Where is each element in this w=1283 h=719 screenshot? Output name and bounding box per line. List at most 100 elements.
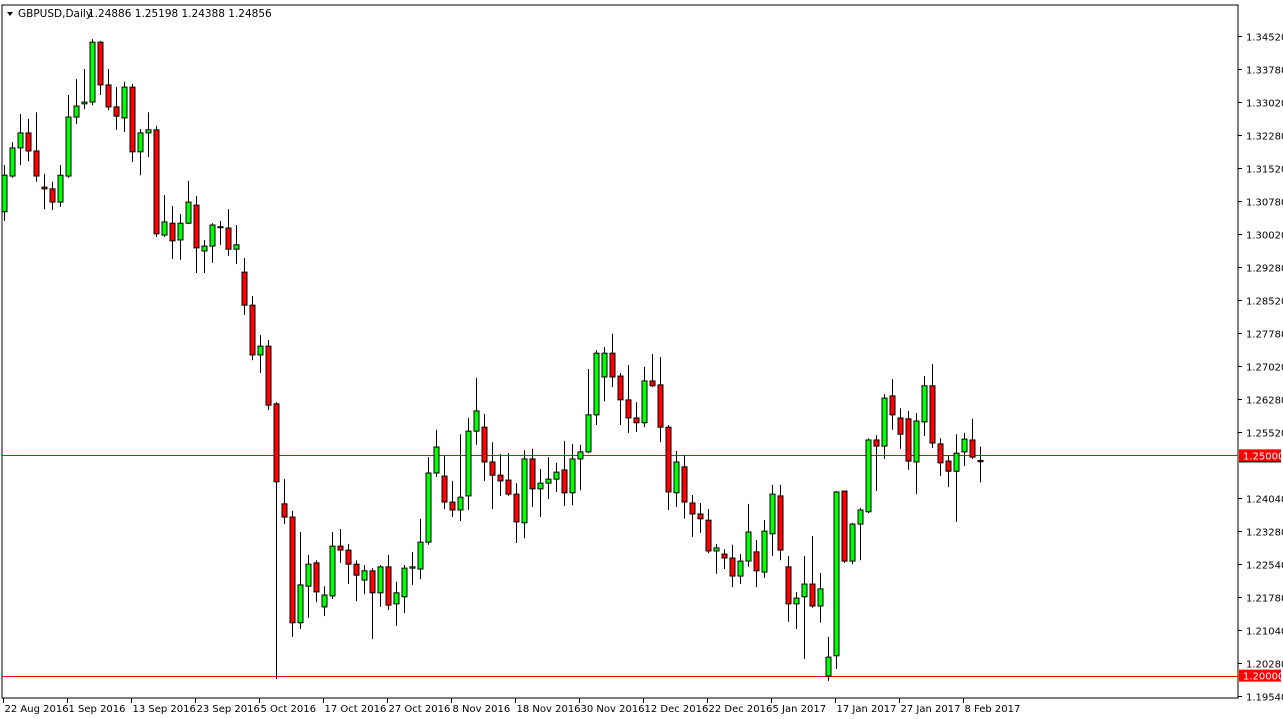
candle-body-bull [553,471,560,480]
candle-body-bear [33,150,40,177]
candle-body-bull [409,566,416,569]
x-tick-label: 13 Sep 2016 [133,704,196,715]
candle-body-bear [753,551,760,572]
candle-body-bear [385,566,392,606]
candle-body-bull [953,452,960,472]
candle-body-bear [905,418,912,462]
x-tick-label: 30 Nov 2016 [581,704,645,715]
y-tick-label: 1.29280 [1246,264,1283,275]
candle [777,484,784,561]
candle-body-bull [833,491,840,657]
candle-body-bull [297,584,304,624]
y-tick-label: 1.26280 [1246,396,1283,407]
candle-body-bear [889,395,896,416]
candle [841,490,848,563]
candle-body-bull [9,147,16,177]
chart-symbol: GBPUSD,Daily [18,8,92,20]
candle-body-bear [105,84,112,108]
x-tick-label: 22 Aug 2016 [5,704,69,715]
chart-ohlc-values: 1.24886 1.25198 1.24388 1.24856 [88,8,272,20]
candle-body-bull [137,132,144,153]
candle-body-bull [473,410,480,432]
candle-body-bear [809,583,816,607]
candle-body-bear [945,460,952,472]
candle-body-bull [521,458,528,524]
candle-body-bull [361,570,368,581]
candle-body-bear [313,562,320,593]
x-tick-label: 5 Oct 2016 [261,704,316,715]
x-tick-label: 18 Nov 2016 [517,704,581,715]
candlestick-chart[interactable]: 1.34520 1.33780 1.33020 1.32280 1.31520 1.307… [0,0,1283,719]
candle-body-bear [49,188,56,203]
x-tick-label: 17 Jan 2017 [837,704,897,715]
candle [865,438,872,514]
candle-body-bull [769,493,776,535]
candle-body-bull [601,352,608,378]
candle-body-bear [249,304,256,356]
candle-body-bull [425,472,432,543]
candle-body-bear [697,513,704,520]
candle-body-bull [57,174,64,203]
x-tick-label: 8 Nov 2016 [453,704,511,715]
candle [265,339,272,410]
x-tick-label: 23 Sep 2016 [197,704,260,715]
candle-body-bear [241,271,248,306]
candle [129,84,136,162]
candle-body-bear [721,553,728,559]
candle-body-bear [497,474,504,482]
candle-body-bear [153,129,160,235]
candle-body-bull [457,496,464,511]
y-tick-label: 1.22540 [1246,561,1283,572]
x-tick-label: 8 Feb 2017 [965,704,1021,715]
candle-body-bear [897,417,904,435]
candle-body-bull [593,352,600,416]
candle-body-bull [401,567,408,598]
candle-body-bear [481,426,488,463]
candle-body-bear [289,516,296,624]
candle-body-bear [977,459,984,463]
candle-body-bear [353,563,360,576]
candle-body-bull [217,226,224,229]
candle-body-bull [577,451,584,460]
candle-body-bull [185,201,192,224]
y-tick-label: 1.19540 [1246,693,1283,704]
candle-body-bear [785,566,792,605]
x-tick-label: 17 Oct 2016 [325,704,387,715]
candle-body-bear [873,439,880,447]
candle-body-bear [609,352,616,378]
candle-body-bear [633,417,640,424]
candle-body-bear [337,545,344,551]
candle-body-bear [777,495,784,551]
candle-body-bull [849,523,856,562]
candle-body-bear [705,519,712,552]
candle-body-bear [265,345,272,406]
candle-body-bull [321,594,328,608]
candle-body-bull [377,566,384,594]
candle-body-bull [417,541,424,570]
candle-body-bear [441,475,448,503]
hline-price-tag: 1.20000 [1243,672,1283,683]
candle-body-bull [641,380,648,424]
candle-body-bull [713,547,720,552]
candle-body-bull [585,414,592,453]
candle [833,491,840,670]
candle-body-bull [817,588,824,607]
candle-body-bear [41,186,48,190]
candle-body-bull [145,129,152,134]
candle-body-bull [161,221,168,236]
y-tick-label: 1.25520 [1246,429,1283,440]
candle-body-bull [673,461,680,494]
candle-body-bull [961,438,968,453]
candle-body-bull [537,482,544,490]
candle [849,522,856,565]
plot-area[interactable] [1,4,1239,699]
x-tick-label: 5 Jan 2017 [773,704,827,715]
y-tick-label: 1.27020 [1246,363,1283,374]
candle-body-bull [865,439,872,513]
y-tick-label: 1.32280 [1246,132,1283,143]
candle-body-bear [113,106,120,117]
x-tick-label: 1 Sep 2016 [69,704,126,715]
hline-price-tag: 1.25000 [1243,451,1283,462]
candle-body-bull [881,397,888,447]
candle-body-bear [681,466,688,503]
